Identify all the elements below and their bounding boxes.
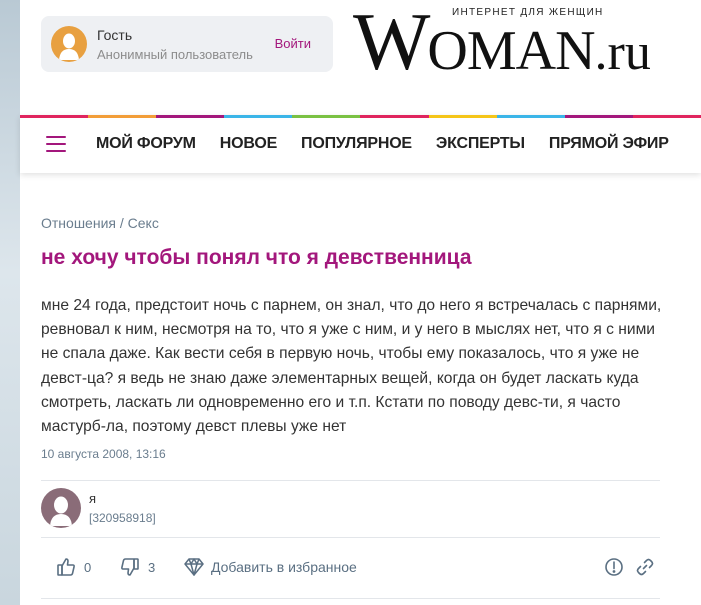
breadcrumb-relations[interactable]: Отношения bbox=[41, 215, 116, 231]
diamond-icon bbox=[184, 558, 204, 576]
nav-item[interactable]: ЭКСПЕРТЫ bbox=[436, 135, 525, 153]
breadcrumb-separator: / bbox=[119, 215, 124, 231]
post-actions: 0 3 Добавить в избранное bbox=[20, 553, 701, 581]
nav-color-stripe bbox=[20, 115, 701, 118]
user-silhouette-icon bbox=[50, 496, 72, 526]
logo-tagline: ИНТЕРНЕТ ДЛЯ ЖЕНЩИН bbox=[452, 7, 604, 18]
dislike-count: 3 bbox=[148, 559, 156, 575]
add-to-favorites-label: Добавить в избранное bbox=[211, 559, 357, 575]
like-button[interactable]: 0 bbox=[56, 553, 91, 581]
guest-avatar bbox=[51, 26, 87, 62]
topic-title: не хочу чтобы понял что я девственница bbox=[41, 246, 472, 269]
nav-item[interactable]: ПРЯМОЙ ЭФИР bbox=[549, 135, 669, 153]
author-avatar[interactable] bbox=[41, 488, 81, 528]
dislike-button[interactable]: 3 bbox=[120, 553, 155, 581]
divider bbox=[41, 480, 660, 481]
thumbs-down-icon bbox=[121, 558, 139, 576]
user-card: Гость Анонимный пользователь Войти bbox=[41, 16, 333, 72]
add-to-favorites-button[interactable]: Добавить в избранное bbox=[184, 553, 357, 581]
author-name[interactable]: я bbox=[89, 491, 96, 506]
breadcrumb: Отношения / Секс bbox=[41, 215, 159, 231]
user-name: Гость bbox=[97, 27, 133, 43]
topic-body: мне 24 года, предстоит ночь с парнем, он… bbox=[41, 297, 662, 436]
breadcrumb-sex[interactable]: Секс bbox=[128, 215, 159, 231]
user-subtitle: Анонимный пользователь bbox=[97, 47, 253, 62]
site-logo[interactable]: WOMAN.ru ИНТЕРНЕТ ДЛЯ ЖЕНЩИН bbox=[353, 0, 683, 90]
login-button[interactable]: Войти bbox=[275, 36, 311, 51]
nav-item[interactable]: ПОПУЛЯРНОЕ bbox=[301, 135, 412, 153]
hamburger-icon[interactable] bbox=[46, 136, 66, 152]
exclamation-circle-icon bbox=[605, 558, 623, 576]
nav-item[interactable]: НОВОЕ bbox=[220, 135, 277, 153]
divider bbox=[41, 537, 660, 538]
report-button[interactable] bbox=[604, 553, 624, 581]
like-count: 0 bbox=[84, 559, 92, 575]
user-silhouette-icon bbox=[59, 33, 79, 60]
page-container: Гость Анонимный пользователь Войти WOMAN… bbox=[20, 0, 701, 605]
nav-items: МОЙ ФОРУМ НОВОЕ ПОПУЛЯРНОЕ ЭКСПЕРТЫ ПРЯМОЙ Э… bbox=[96, 135, 669, 153]
link-icon bbox=[636, 558, 654, 576]
main-nav: МОЙ ФОРУМ НОВОЕ ПОПУЛЯРНОЕ ЭКСПЕРТЫ ПРЯМОЙ Э… bbox=[20, 115, 701, 173]
nav-item[interactable]: МОЙ ФОРУМ bbox=[96, 135, 196, 153]
post-date: 10 августа 2008, 13:16 bbox=[41, 447, 166, 461]
thumbs-up-icon bbox=[57, 558, 75, 576]
share-link-button[interactable] bbox=[635, 553, 655, 581]
author-id: [320958918] bbox=[89, 511, 156, 525]
divider bbox=[41, 598, 660, 599]
